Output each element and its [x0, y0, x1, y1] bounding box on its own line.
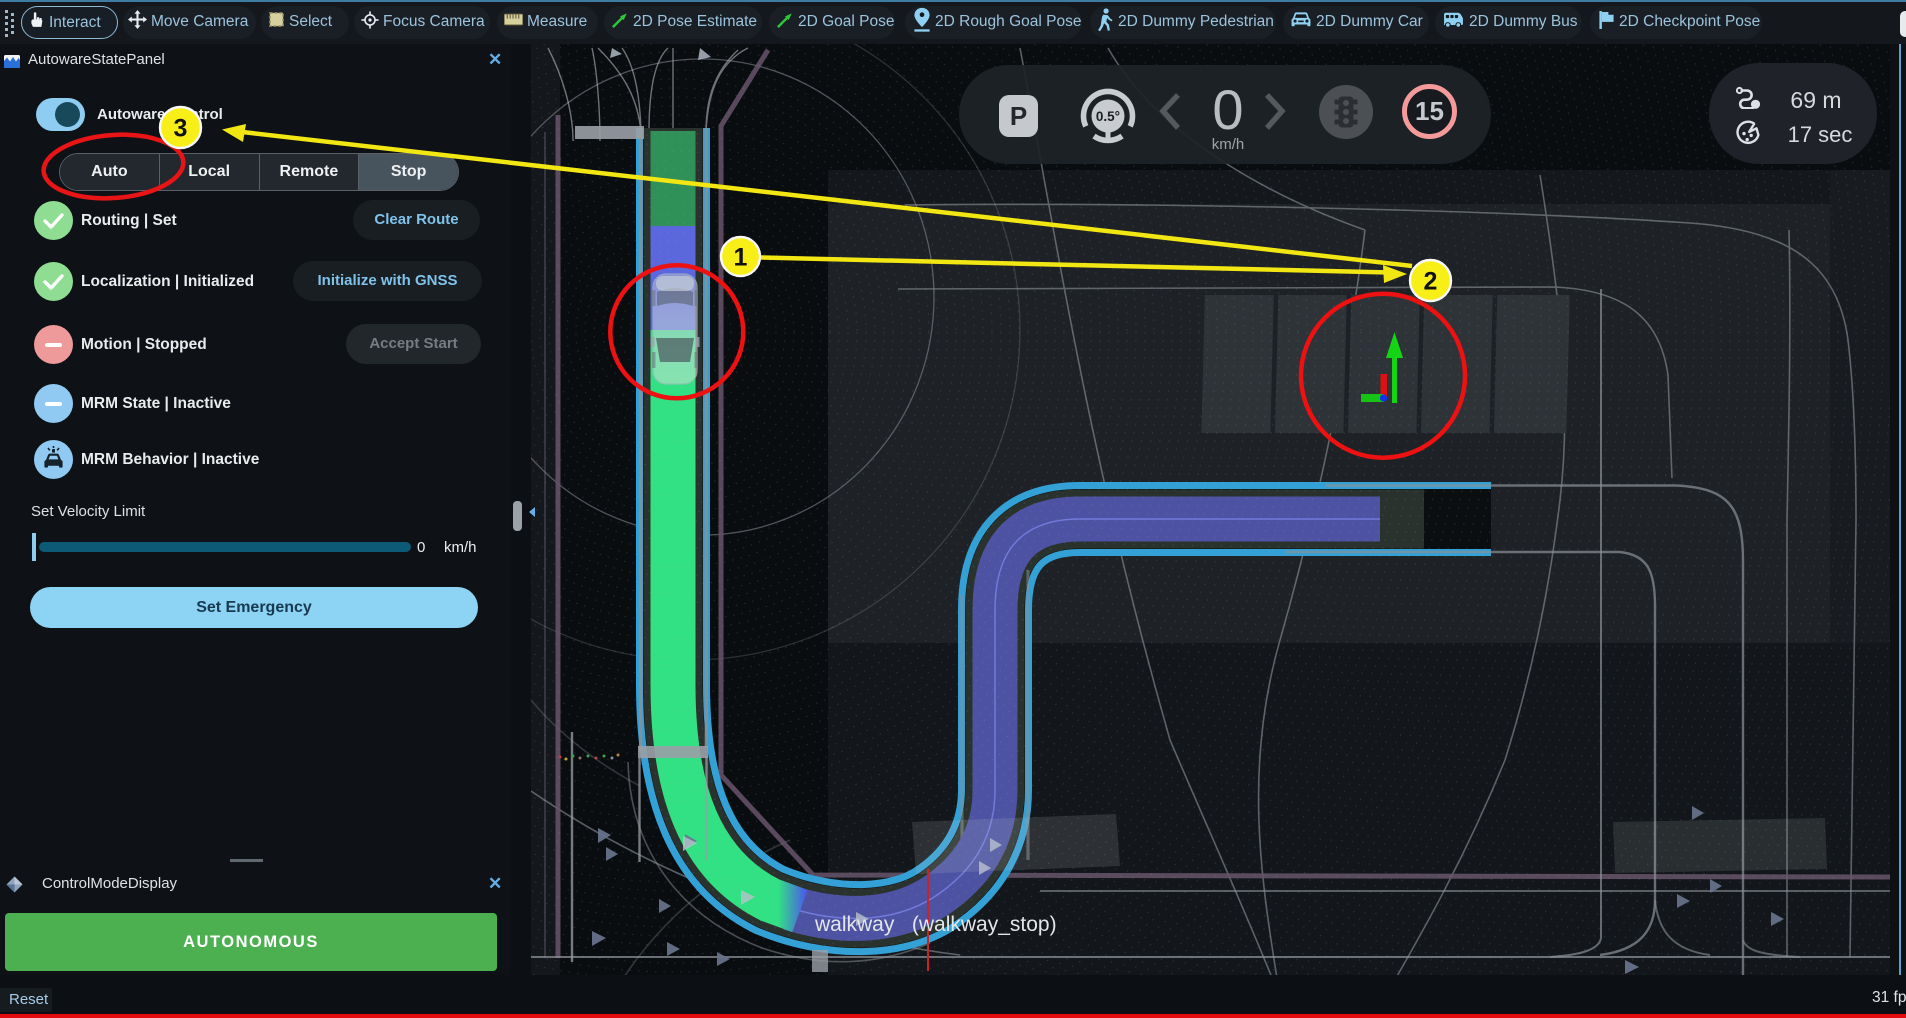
svg-text:0.5°: 0.5°: [1096, 109, 1120, 124]
svg-text:walkway (walkway_stop): walkway (walkway_stop): [814, 913, 1057, 936]
